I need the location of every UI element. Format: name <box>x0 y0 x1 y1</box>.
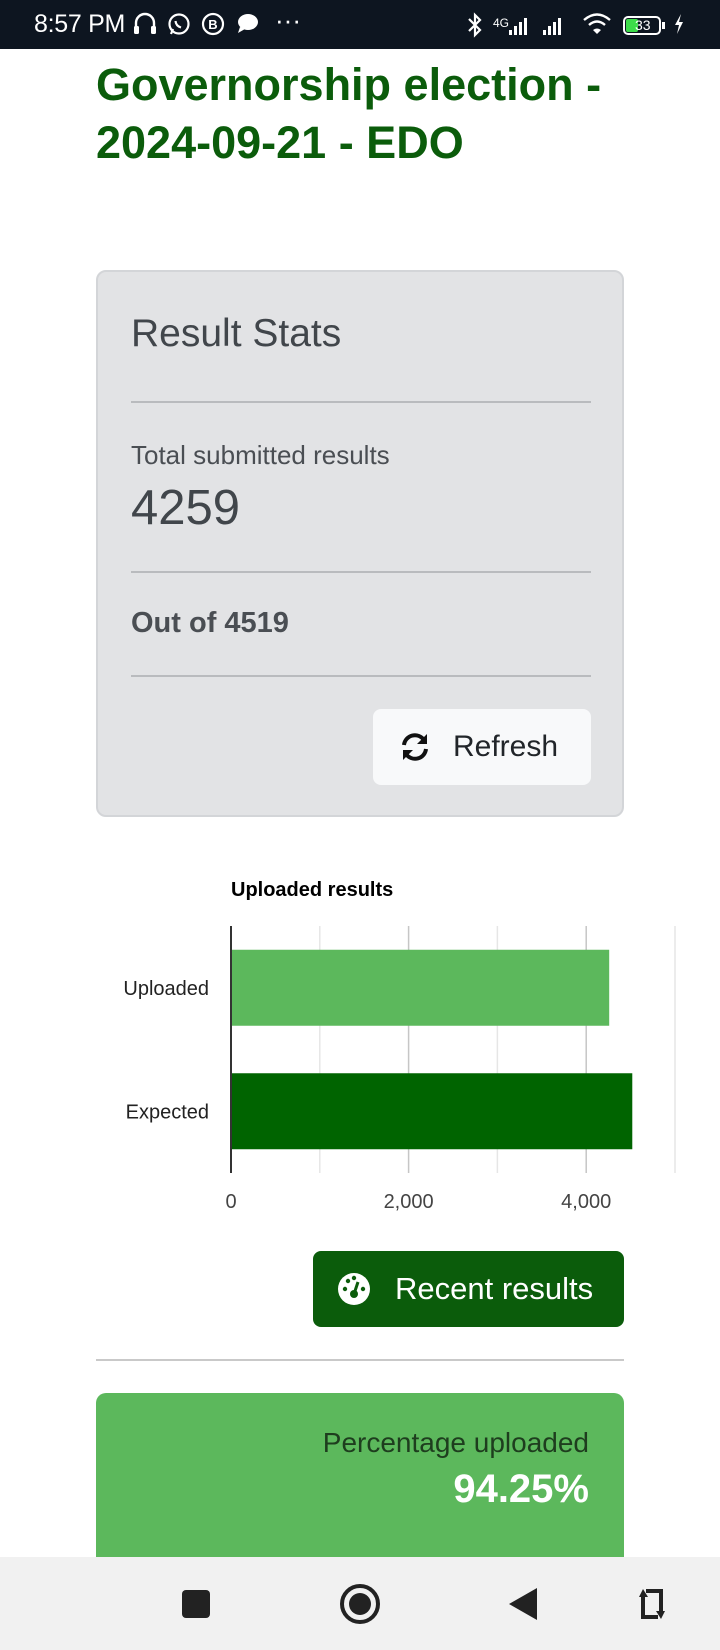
result-stats-card: Result Stats Total submitted results 425… <box>96 270 624 817</box>
chart-title: Uploaded results <box>231 879 393 901</box>
back-triangle-icon <box>509 1587 537 1620</box>
result-stats-title: Result Stats <box>131 312 342 355</box>
uploaded-results-chart: Uploaded results Uploaded Expected 0 2,000 4,… <box>0 860 720 1220</box>
dashboard-gauge-icon <box>338 1273 370 1305</box>
recent-results-label: Recent results <box>395 1271 594 1306</box>
rotate-button[interactable] <box>612 1557 692 1650</box>
category-label: Uploaded <box>123 978 209 1000</box>
divider <box>131 675 591 677</box>
section-divider <box>96 1359 624 1361</box>
refresh-icon <box>402 733 428 761</box>
x-tick-label: 2,000 <box>384 1191 434 1213</box>
divider <box>131 571 591 573</box>
chat-bubble-icon <box>238 14 258 33</box>
out-of-total: Out of 4519 <box>131 607 289 639</box>
submitted-label: Total submitted results <box>131 440 390 470</box>
home-button[interactable] <box>320 1557 400 1650</box>
home-circle-icon <box>340 1583 380 1624</box>
recents-square-icon <box>182 1589 210 1618</box>
charging-icon <box>675 14 683 34</box>
b-icon: B <box>201 12 225 36</box>
percentage-value: 94.25% <box>453 1467 589 1511</box>
x-tick-label: 0 <box>225 1191 236 1213</box>
svg-text:B: B <box>208 17 217 32</box>
category-label: Expected <box>126 1101 209 1123</box>
page-title: Governorship election - 2024-09-21 - EDO <box>96 59 602 168</box>
refresh-label: Refresh <box>453 730 559 763</box>
submitted-value: 4259 <box>131 481 241 535</box>
percentage-label: Percentage uploaded <box>322 1427 589 1458</box>
recents-button[interactable] <box>156 1557 236 1650</box>
bar-uploaded <box>231 949 610 1026</box>
percentage-card: Percentage uploaded 94.25% <box>96 1393 624 1573</box>
status-bar: 8:57 PM B ··· 4G 33 <box>0 0 720 49</box>
divider <box>131 401 591 403</box>
chart-svg: Uploaded results Uploaded Expected 0 2,000 4,… <box>123 879 676 1213</box>
headset-icon <box>134 12 156 34</box>
status-time: 8:57 PM <box>34 10 126 38</box>
bluetooth-icon <box>468 12 482 38</box>
more-icon: ··· <box>275 5 301 35</box>
battery-level: 33 <box>635 17 651 33</box>
whatsapp-icon <box>168 13 190 35</box>
wifi-icon <box>583 13 611 34</box>
recent-results-button[interactable]: Recent results <box>313 1251 624 1327</box>
x-tick-label: 4,000 <box>561 1191 611 1213</box>
navigation-bar <box>0 1557 720 1650</box>
refresh-button[interactable]: Refresh <box>373 709 591 785</box>
bar-expected <box>231 1073 633 1150</box>
signal-icon <box>509 18 561 35</box>
battery-icon: 33 <box>623 16 661 35</box>
rotate-icon <box>639 1588 665 1619</box>
back-button[interactable] <box>483 1557 563 1650</box>
